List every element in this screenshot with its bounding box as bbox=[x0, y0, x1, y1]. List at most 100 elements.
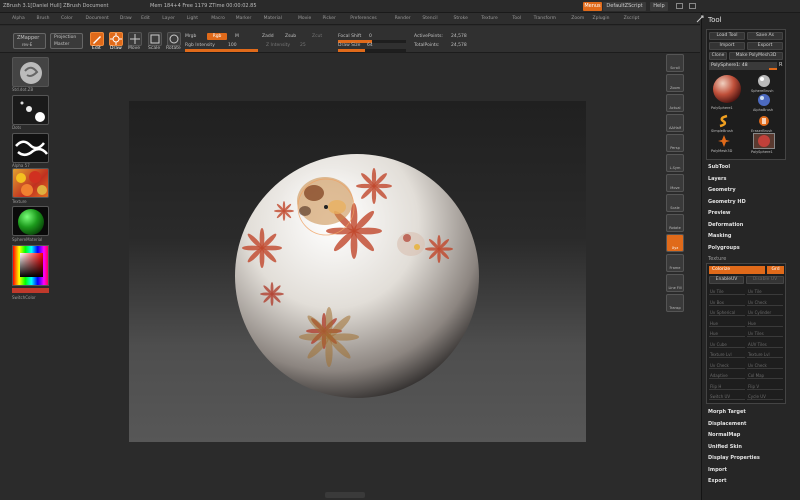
draw-size-slider[interactable] bbox=[338, 49, 406, 52]
zmapper-button[interactable]: ZMapper rev-E bbox=[13, 33, 46, 49]
polysphere-slider[interactable]: PolySphere1: 48 bbox=[709, 62, 777, 70]
rotate-icon[interactable] bbox=[167, 32, 181, 46]
window-control-icon[interactable] bbox=[689, 3, 696, 9]
texture-option-button[interactable]: Uv Check bbox=[747, 299, 783, 306]
alpha-thumbnail[interactable] bbox=[12, 133, 49, 163]
right-shelf-transp-button[interactable]: Transp bbox=[666, 294, 684, 312]
texture-option-button[interactable]: Uv Tiles bbox=[747, 330, 783, 337]
section-texture[interactable]: Texture bbox=[708, 256, 726, 262]
default-zscript-button[interactable]: DefaultZScript bbox=[603, 2, 646, 11]
enable-uv-button[interactable]: EnableUV bbox=[709, 276, 744, 284]
right-shelf-persp-button[interactable]: Persp bbox=[666, 134, 684, 152]
move-icon[interactable] bbox=[128, 32, 142, 46]
section-displacement[interactable]: Displacement bbox=[708, 421, 746, 427]
menu-item-macro[interactable]: Macro bbox=[211, 16, 225, 21]
texture-option-button[interactable]: Uv Box bbox=[709, 299, 745, 306]
right-shelf-line-fill-button[interactable]: Line Fill bbox=[666, 274, 684, 292]
scale-icon[interactable] bbox=[148, 32, 162, 46]
section-geometry-hd[interactable]: Geometry HD bbox=[708, 199, 746, 205]
texture-thumbnail[interactable] bbox=[12, 168, 49, 198]
menu-item-picker[interactable]: Picker bbox=[323, 16, 336, 21]
section-deformation[interactable]: Deformation bbox=[708, 222, 743, 228]
menu-item-stroke[interactable]: Stroke bbox=[454, 16, 468, 21]
colorize-button[interactable]: Colorize bbox=[709, 266, 765, 274]
texture-option-button[interactable]: Hue bbox=[747, 320, 783, 327]
section-geometry[interactable]: Geometry bbox=[708, 187, 736, 193]
menu-item-document[interactable]: Document bbox=[86, 16, 109, 21]
menu-item-draw[interactable]: Draw bbox=[120, 16, 132, 21]
brush-thumbnail[interactable] bbox=[12, 57, 49, 87]
eraser-brush-icon[interactable] bbox=[757, 114, 771, 128]
zcut-button[interactable]: Zcut bbox=[312, 34, 322, 39]
section-normalmap[interactable]: NormalMap bbox=[708, 432, 740, 438]
document-canvas[interactable] bbox=[129, 101, 586, 442]
section-subtool[interactable]: SubTool bbox=[708, 164, 730, 170]
texture-option-button[interactable]: Uv Spherical bbox=[709, 309, 745, 316]
menu-item-brush[interactable]: Brush bbox=[37, 16, 50, 21]
texture-option-button[interactable]: Switch UV bbox=[709, 393, 745, 400]
texture-option-button[interactable]: Flip V bbox=[747, 383, 783, 390]
right-shelf-zoom-button[interactable]: Zoom bbox=[666, 74, 684, 92]
polysphere-tool-icon[interactable] bbox=[753, 133, 775, 149]
menu-item-tool[interactable]: Tool bbox=[512, 16, 521, 21]
section-unified-skin[interactable]: Unified Skin bbox=[708, 444, 742, 450]
menu-item-zscript[interactable]: Zscript bbox=[624, 16, 640, 21]
zadd-button[interactable]: Zadd bbox=[262, 34, 274, 39]
mrgb-button[interactable]: Mrgb bbox=[185, 34, 196, 39]
menu-item-edit[interactable]: Edit bbox=[141, 16, 150, 21]
canvas-scroll-handle[interactable] bbox=[325, 492, 365, 498]
menu-item-transform[interactable]: Transform bbox=[534, 16, 556, 21]
rgb-intensity-slider[interactable] bbox=[185, 49, 258, 52]
right-shelf-actual-button[interactable]: Actual bbox=[666, 94, 684, 112]
texture-option-button[interactable]: Hue bbox=[709, 330, 745, 337]
polymesh3d-icon[interactable] bbox=[717, 134, 731, 148]
section-import[interactable]: Import bbox=[708, 467, 727, 473]
menu-item-color[interactable]: Color bbox=[61, 16, 73, 21]
texture-option-button[interactable]: Uv Tile bbox=[709, 288, 745, 295]
menu-item-zoom[interactable]: Zoom bbox=[571, 16, 584, 21]
menu-item-alpha[interactable]: Alpha bbox=[12, 16, 25, 21]
export-tool-button[interactable]: Export bbox=[747, 42, 783, 50]
menu-item-material[interactable]: Material bbox=[264, 16, 282, 21]
r-button[interactable]: R bbox=[779, 62, 782, 68]
make-polymesh3d-button[interactable]: Make PolyMesh3D bbox=[729, 52, 783, 60]
texture-option-button[interactable]: Flip H bbox=[709, 383, 745, 390]
alpha-brush-icon[interactable] bbox=[757, 93, 771, 107]
clone-button[interactable]: Clone bbox=[709, 52, 727, 60]
menu-item-render[interactable]: Render bbox=[395, 16, 411, 21]
texture-option-button[interactable]: Col Map bbox=[747, 372, 783, 379]
grd-button[interactable]: Grd bbox=[767, 266, 784, 274]
menu-item-preferences[interactable]: Preferences bbox=[350, 16, 376, 21]
texture-option-button[interactable]: Cycle UV bbox=[747, 393, 783, 400]
main-color-swatch[interactable] bbox=[12, 288, 49, 293]
menu-item-light[interactable]: Light bbox=[187, 16, 198, 21]
right-shelf-l-sym-button[interactable]: L.Sym bbox=[666, 154, 684, 172]
right-shelf-scroll-button[interactable]: Scroll bbox=[666, 54, 684, 72]
texture-option-button[interactable]: Uv Tile bbox=[747, 288, 783, 295]
draw-icon[interactable] bbox=[109, 32, 123, 46]
section-morph-target[interactable]: Morph Target bbox=[708, 409, 746, 415]
disable-uv-button[interactable]: Disable UV bbox=[746, 276, 784, 284]
color-picker[interactable] bbox=[12, 245, 49, 286]
help-button[interactable]: Help bbox=[650, 2, 668, 11]
zsub-button[interactable]: Zsub bbox=[285, 34, 296, 39]
texture-option-button[interactable]: Hue bbox=[709, 320, 745, 327]
right-shelf-scale-button[interactable]: Scale bbox=[666, 194, 684, 212]
menu-item-marker[interactable]: Marker bbox=[236, 16, 252, 21]
switch-color-button[interactable]: SwitchColor bbox=[12, 295, 52, 300]
menus-button[interactable]: Menus bbox=[583, 2, 602, 11]
current-tool-thumbnail[interactable] bbox=[711, 73, 743, 105]
texture-option-button[interactable]: Texture Lvl bbox=[747, 351, 783, 358]
window-control-icon[interactable] bbox=[676, 3, 683, 9]
projection-master-button[interactable]: Projection Master bbox=[50, 33, 83, 49]
section-masking[interactable]: Masking bbox=[708, 233, 732, 239]
edit-icon[interactable] bbox=[90, 32, 104, 46]
material-thumbnail[interactable] bbox=[12, 206, 49, 236]
texture-option-button[interactable]: Uv Cylinder bbox=[747, 309, 783, 316]
section-display-properties[interactable]: Display Properties bbox=[708, 455, 760, 461]
section-preview[interactable]: Preview bbox=[708, 210, 731, 216]
sphere-brush-icon[interactable] bbox=[757, 74, 771, 88]
menu-item-stencil[interactable]: Stencil bbox=[422, 16, 437, 21]
save-as-button[interactable]: Save As bbox=[747, 32, 783, 40]
right-shelf-move-button[interactable]: Move bbox=[666, 174, 684, 192]
